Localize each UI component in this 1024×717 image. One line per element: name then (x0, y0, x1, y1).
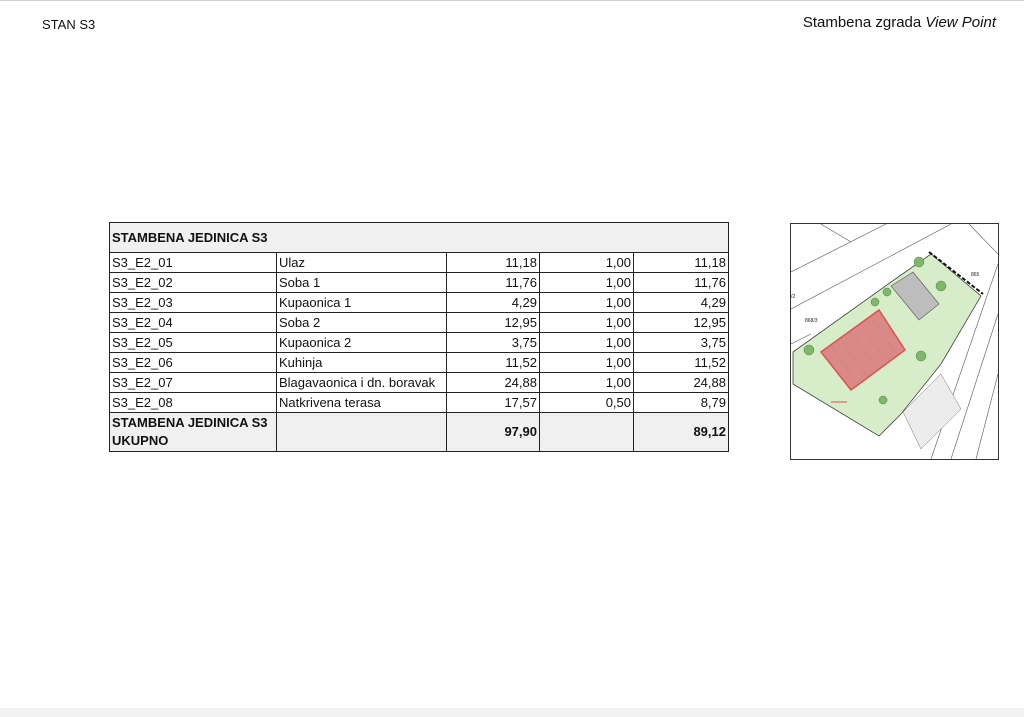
total-empty-cell (539, 412, 634, 452)
table-row: S3_E2_08 Natkrivena terasa 17,57 0,50 8,… (109, 392, 729, 413)
building-title-italic: View Point (925, 14, 996, 31)
total-net-area: 89,12 (633, 412, 729, 452)
building-title: Stambena zgrada View Point (803, 14, 996, 31)
room-net-area: 12,95 (633, 312, 729, 333)
room-area: 11,52 (446, 352, 540, 373)
room-area: 12,95 (446, 312, 540, 333)
room-name: Soba 2 (276, 312, 447, 333)
total-label-line2: UKUPNO (112, 433, 169, 448)
total-area: 97,90 (446, 412, 540, 452)
room-coefficient: 0,50 (539, 392, 634, 413)
room-code: S3_E2_04 (109, 312, 277, 333)
room-area: 3,75 (446, 332, 540, 353)
room-net-area: 11,52 (633, 352, 729, 373)
room-name: Kuhinja (276, 352, 447, 373)
table-total-row: STAMBENA JEDINICA S3 UKUPNO 97,90 89,12 (109, 412, 729, 452)
room-coefficient: 1,00 (539, 372, 634, 393)
table-row: S3_E2_01 Ulaz 11,18 1,00 11,18 (109, 252, 729, 273)
room-net-area: 11,76 (633, 272, 729, 293)
table-title: STAMBENA JEDINICA S3 (109, 222, 729, 253)
room-coefficient: 1,00 (539, 272, 634, 293)
room-name: Natkrivena terasa (276, 392, 447, 413)
room-name: Kupaonica 1 (276, 292, 447, 313)
room-net-area: 8,79 (633, 392, 729, 413)
table-row: S3_E2_06 Kuhinja 11,52 1,00 11,52 (109, 352, 729, 373)
room-net-area: 24,88 (633, 372, 729, 393)
total-label-line1: STAMBENA JEDINICA S3 (112, 415, 268, 430)
room-name: Blagavaonica i dn. boravak (276, 372, 447, 393)
room-name: Soba 1 (276, 272, 447, 293)
room-net-area: 11,18 (633, 252, 729, 273)
site-plan-image: 865 868/3 /2 (790, 223, 999, 460)
total-label: STAMBENA JEDINICA S3 UKUPNO (109, 412, 277, 452)
site-plan-drawing: 865 868/3 /2 (791, 224, 998, 459)
room-code: S3_E2_07 (109, 372, 277, 393)
room-area: 24,88 (446, 372, 540, 393)
page-bottom-strip (0, 708, 1024, 717)
room-net-area: 3,75 (633, 332, 729, 353)
room-area: 11,18 (446, 252, 540, 273)
table-row: S3_E2_03 Kupaonica 1 4,29 1,00 4,29 (109, 292, 729, 313)
table-row: S3_E2_07 Blagavaonica i dn. boravak 24,8… (109, 372, 729, 393)
room-coefficient: 1,00 (539, 332, 634, 353)
page-top-border (0, 0, 1024, 1)
room-area: 17,57 (446, 392, 540, 413)
parcel-label-865: 865 (971, 272, 980, 278)
table-title-row: STAMBENA JEDINICA S3 (109, 222, 729, 253)
table-row: S3_E2_02 Soba 1 11,76 1,00 11,76 (109, 272, 729, 293)
room-name: Ulaz (276, 252, 447, 273)
room-code: S3_E2_01 (109, 252, 277, 273)
table-row: S3_E2_04 Soba 2 12,95 1,00 12,95 (109, 312, 729, 333)
unit-label: STAN S3 (42, 17, 96, 32)
parcel-label-2: /2 (791, 294, 795, 300)
room-area: 11,76 (446, 272, 540, 293)
building-title-plain: Stambena zgrada (802, 14, 926, 31)
room-coefficient: 1,00 (539, 352, 634, 373)
room-code: S3_E2_06 (109, 352, 277, 373)
room-code: S3_E2_03 (109, 292, 277, 313)
room-coefficient: 1,00 (539, 312, 634, 333)
unit-area-table: STAMBENA JEDINICA S3 S3_E2_01 Ulaz 11,18… (109, 222, 729, 452)
parcel-label-868-3: 868/3 (805, 318, 818, 324)
room-net-area: 4,29 (633, 292, 729, 313)
room-code: S3_E2_02 (109, 272, 277, 293)
table-row: S3_E2_05 Kupaonica 2 3,75 1,00 3,75 (109, 332, 729, 353)
room-area: 4,29 (446, 292, 540, 313)
room-coefficient: 1,00 (539, 252, 634, 273)
room-code: S3_E2_08 (109, 392, 277, 413)
total-empty-cell (276, 412, 447, 452)
room-coefficient: 1,00 (539, 292, 634, 313)
room-code: S3_E2_05 (109, 332, 277, 353)
room-name: Kupaonica 2 (276, 332, 447, 353)
